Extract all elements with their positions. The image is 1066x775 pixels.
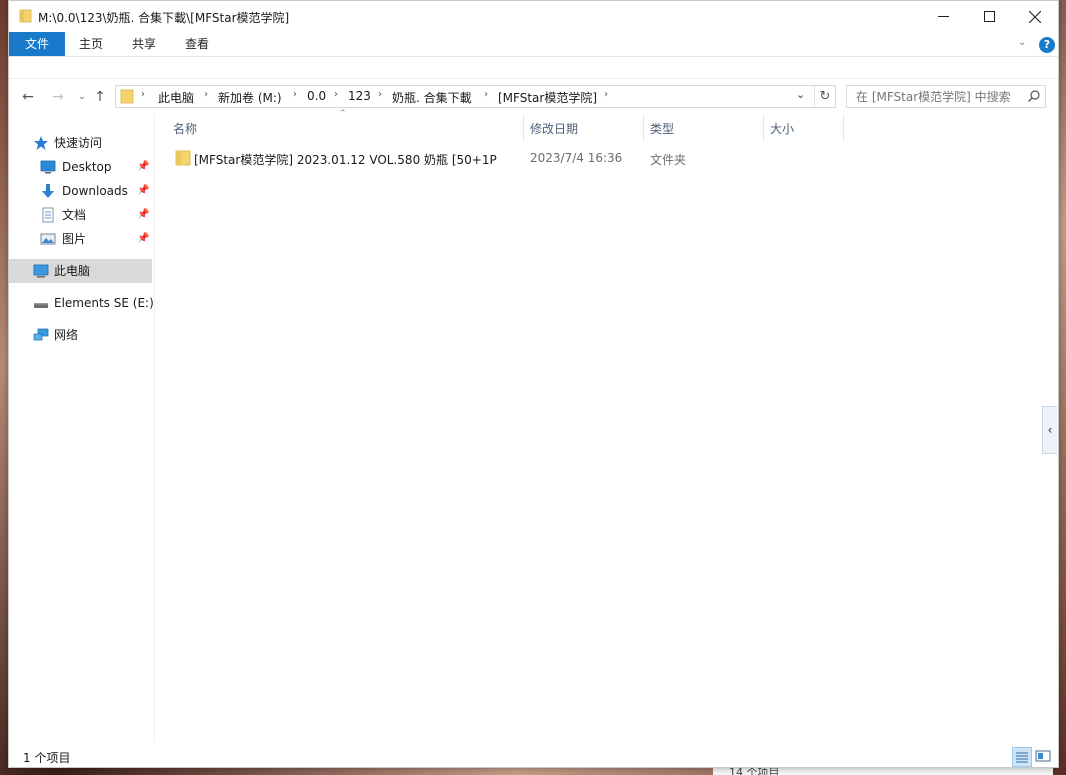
refresh-button[interactable]: ↻ [814, 86, 835, 107]
tab-view[interactable]: 查看 [177, 32, 217, 56]
column-header-date[interactable]: 修改日期 [524, 115, 644, 141]
ribbon-tabs: 文件 主页 共享 查看 ⌄ ? [9, 32, 1058, 57]
window-title: M:\0.0\123\奶瓶. 合集下載\[MFStar模范学院] [38, 11, 290, 25]
details-view-button[interactable] [1012, 747, 1032, 767]
desktop-icon [40, 160, 56, 174]
background-window-statusbar: 14 个项目 [713, 766, 1053, 775]
navigation-pane: 快速访问 Desktop 📌 Downloads 📌 文档 📌 图片 📌 此电脑… [9, 115, 155, 741]
breadcrumb-separator: › [141, 89, 145, 100]
star-icon [34, 136, 48, 150]
nav-label: 网络 [54, 328, 79, 342]
close-icon [1029, 10, 1041, 23]
large-icons-view-button[interactable] [1034, 747, 1054, 767]
nav-item-desktop[interactable]: Desktop 📌 [9, 155, 152, 179]
search-box[interactable] [846, 85, 1046, 108]
maximize-button[interactable] [966, 1, 1012, 32]
large-icons-view-icon [1035, 750, 1051, 762]
title-bar: M:\0.0\123\奶瓶. 合集下載\[MFStar模范学院] [9, 1, 1058, 32]
breadcrumb-drive[interactable]: 新加卷 (M:) [218, 89, 282, 106]
breadcrumb-separator: › [334, 89, 338, 100]
folder-icon [19, 9, 32, 23]
forward-button[interactable]: → [49, 88, 67, 106]
tab-share[interactable]: 共享 [124, 32, 164, 56]
ribbon-collapsed-area [9, 57, 1058, 79]
nav-item-pictures[interactable]: 图片 📌 [9, 227, 152, 251]
network-icon [33, 328, 49, 341]
minimize-icon [937, 16, 949, 17]
pin-icon[interactable]: 📌 [137, 227, 149, 251]
breadcrumb-separator: › [204, 89, 208, 100]
address-row: ← → ⌄ ↑ › 此电脑 › 新加卷 (M:) › 0.0 › 123 › 奶… [9, 79, 1058, 115]
pane-divider[interactable] [154, 115, 155, 741]
documents-icon [42, 207, 54, 223]
nav-item-downloads[interactable]: Downloads 📌 [9, 179, 152, 203]
address-bar[interactable]: › 此电脑 › 新加卷 (M:) › 0.0 › 123 › 奶瓶. 合集下載 … [115, 85, 836, 108]
up-button[interactable]: ↑ [91, 88, 109, 106]
close-button[interactable] [1012, 1, 1058, 32]
breadcrumb-separator: › [604, 89, 608, 100]
nav-network[interactable]: 网络 [9, 323, 152, 347]
file-name: [MFStar模范学院] 2023.01.12 VOL.580 奶瓶 [50+1… [194, 153, 497, 167]
minimize-button[interactable] [920, 1, 966, 32]
breadcrumb-this-pc[interactable]: 此电脑 [158, 89, 194, 106]
column-header-name[interactable]: 名称 [167, 115, 524, 141]
nav-label: 图片 [62, 232, 87, 246]
nav-this-pc[interactable]: 此电脑 [9, 259, 152, 283]
breadcrumb-folder-collection[interactable]: 奶瓶. 合集下載 [392, 89, 472, 106]
nav-quick-access[interactable]: 快速访问 [9, 131, 152, 155]
drive-icon [34, 303, 48, 308]
search-input[interactable] [848, 87, 1026, 106]
tab-file[interactable]: 文件 [9, 32, 65, 56]
back-button[interactable]: ← [19, 88, 37, 106]
nav-label: Elements SE (E:) [54, 296, 154, 310]
nav-label: 此电脑 [54, 264, 91, 278]
breadcrumb-folder-current[interactable]: [MFStar模范学院] [498, 89, 597, 106]
pin-icon[interactable]: 📌 [137, 179, 149, 203]
nav-item-documents[interactable]: 文档 📌 [9, 203, 152, 227]
breadcrumb-folder-00[interactable]: 0.0 [307, 89, 326, 103]
expand-pane-button[interactable]: ‹ [1042, 406, 1057, 454]
downloads-icon [42, 184, 54, 198]
breadcrumb-separator: › [484, 89, 488, 100]
pin-icon[interactable]: 📌 [137, 203, 149, 227]
nav-label: Downloads [62, 184, 128, 198]
pictures-icon [40, 233, 56, 245]
item-count: 1 个项目 [23, 751, 71, 765]
details-view-icon [1016, 752, 1028, 763]
expand-ribbon-icon[interactable]: ⌄ [1018, 37, 1026, 48]
file-row[interactable]: [MFStar模范学院] 2023.01.12 VOL.580 奶瓶 [50+1… [167, 147, 857, 169]
nav-label: Desktop [62, 160, 112, 174]
status-bar: 1 个项目 [9, 745, 1058, 767]
maximize-icon [983, 11, 995, 22]
address-dropdown-chevron-icon[interactable]: ⌄ [796, 88, 805, 101]
computer-icon [33, 264, 49, 278]
file-type: 文件夹 [650, 153, 687, 167]
search-icon[interactable] [1027, 89, 1041, 103]
file-date: 2023/7/4 16:36 [530, 151, 623, 165]
breadcrumb-separator: › [378, 89, 382, 100]
column-header-size[interactable]: 大小 [764, 115, 844, 141]
column-header-type[interactable]: 类型 [644, 115, 764, 141]
folder-icon [175, 150, 191, 166]
breadcrumb-separator: › [293, 89, 297, 100]
pin-icon[interactable]: 📌 [137, 155, 149, 179]
breadcrumb-folder-123[interactable]: 123 [348, 89, 371, 103]
recent-locations-chevron-icon[interactable]: ⌄ [73, 88, 91, 106]
help-button[interactable]: ? [1039, 37, 1055, 53]
nav-label: 文档 [62, 208, 87, 222]
tab-home[interactable]: 主页 [71, 32, 111, 56]
nav-drive-e[interactable]: Elements SE (E:) [9, 291, 154, 315]
nav-label: 快速访问 [54, 136, 103, 150]
file-explorer-window: M:\0.0\123\奶瓶. 合集下載\[MFStar模范学院] 文件 主页 共… [8, 0, 1059, 768]
folder-icon [120, 89, 134, 104]
